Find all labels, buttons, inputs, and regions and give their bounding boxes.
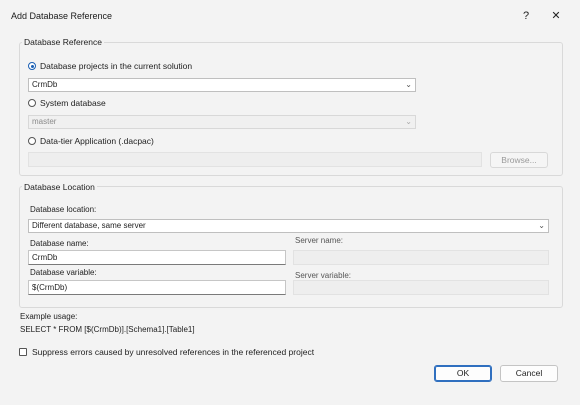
chevron-down-icon: ⌄ xyxy=(405,80,412,89)
database-location-dropdown[interactable]: Different database, same server ⌄ xyxy=(28,219,549,233)
database-location-label: Database location: xyxy=(30,205,97,214)
chevron-down-icon: ⌄ xyxy=(538,221,545,230)
radio-selected-icon xyxy=(28,62,36,70)
server-variable-field[interactable] xyxy=(293,280,549,295)
radio-dacpac-label: Data-tier Application (.dacpac) xyxy=(40,136,154,146)
database-variable-label: Database variable: xyxy=(30,268,97,277)
radio-system-database-label: System database xyxy=(40,98,106,108)
help-button[interactable]: ? xyxy=(516,8,536,24)
example-usage-text: SELECT * FROM [$(CrmDb)].[Schema1].[Tabl… xyxy=(20,325,195,334)
system-database-value: master xyxy=(32,117,57,126)
browse-button[interactable]: Browse... xyxy=(490,152,548,168)
database-name-field[interactable]: CrmDb xyxy=(28,250,286,265)
chevron-down-icon: ⌄ xyxy=(405,117,412,126)
database-location-legend: Database Location xyxy=(22,182,97,192)
database-name-label: Database name: xyxy=(30,239,89,248)
title-bar: Add Database Reference ? ✕ xyxy=(0,0,580,32)
ok-button[interactable]: OK xyxy=(434,365,492,382)
radio-unselected-icon xyxy=(28,137,36,145)
example-usage-label: Example usage: xyxy=(20,312,78,321)
server-name-field[interactable] xyxy=(293,250,549,265)
radio-database-projects[interactable]: Database projects in the current solutio… xyxy=(28,61,192,71)
add-database-reference-dialog: Add Database Reference ? ✕ Database Refe… xyxy=(0,0,580,405)
radio-system-database[interactable]: System database xyxy=(28,98,106,108)
server-variable-label: Server variable: xyxy=(295,271,352,280)
suppress-errors-label: Suppress errors caused by unresolved ref… xyxy=(32,347,315,357)
checkbox-unchecked-icon xyxy=(19,348,27,356)
suppress-errors-checkbox[interactable]: Suppress errors caused by unresolved ref… xyxy=(19,347,314,357)
cancel-button[interactable]: Cancel xyxy=(500,365,558,382)
database-reference-legend: Database Reference xyxy=(22,37,104,47)
database-location-value: Different database, same server xyxy=(32,221,146,230)
database-projects-value: CrmDb xyxy=(32,80,58,89)
radio-unselected-icon xyxy=(28,99,36,107)
radio-database-projects-label: Database projects in the current solutio… xyxy=(40,61,193,71)
dacpac-path-field[interactable] xyxy=(28,152,482,167)
radio-dacpac[interactable]: Data-tier Application (.dacpac) xyxy=(28,136,154,146)
server-name-label: Server name: xyxy=(295,236,344,245)
system-database-dropdown[interactable]: master ⌄ xyxy=(28,115,416,129)
close-button[interactable]: ✕ xyxy=(546,8,566,24)
database-projects-dropdown[interactable]: CrmDb ⌄ xyxy=(28,78,416,92)
database-variable-field[interactable]: $(CrmDb) xyxy=(28,280,286,295)
window-title: Add Database Reference xyxy=(11,11,113,21)
